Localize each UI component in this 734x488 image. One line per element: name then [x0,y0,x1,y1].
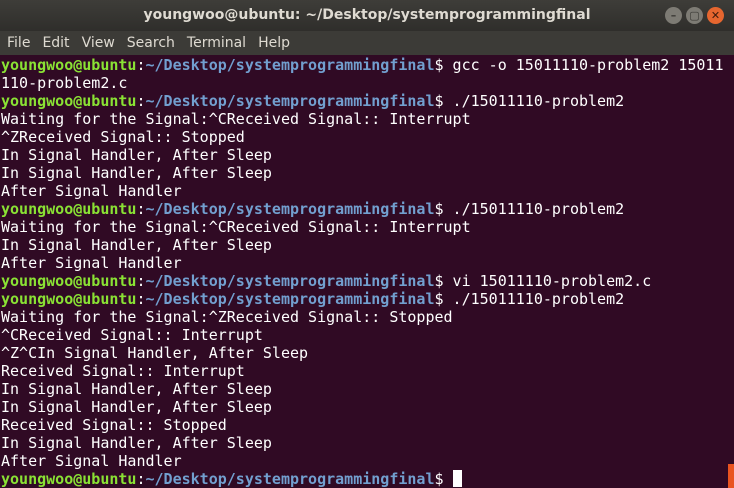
command-text: ./15011110-problem2 [443,92,625,110]
prompt-path: ~/Desktop/systemprogrammingfinal [145,290,435,308]
output-line: Received Signal:: Interrupt [1,362,245,380]
command-text: ./15011110-problem2 [443,200,625,218]
scrollbar-thumb[interactable] [728,464,734,488]
output-line: In Signal Handler, After Sleep [1,398,272,416]
prompt-path: ~/Desktop/systemprogrammingfinal [145,56,435,74]
output-line: Waiting for the Signal:^CReceived Signal… [1,218,471,236]
prompt-user: youngwoo@ubuntu [1,92,137,110]
text-cursor [452,470,462,487]
command-text [444,470,453,488]
prompt-symbol: $ [434,272,444,290]
output-line: In Signal Handler, After Sleep [1,146,272,164]
prompt-separator: : [136,272,146,290]
prompt-path: ~/Desktop/systemprogrammingfinal [145,470,435,488]
prompt-path: ~/Desktop/systemprogrammingfinal [145,92,435,110]
output-line: After Signal Handler [1,182,182,200]
output-line: ^Z^CIn Signal Handler, After Sleep [1,344,309,362]
prompt-symbol: $ [434,290,444,308]
title-bar[interactable]: youngwoo@ubuntu: ~/Desktop/systemprogram… [0,0,734,31]
command-text: vi 15011110-problem2.c [443,272,652,290]
output-line: Waiting for the Signal:^ZReceived Signal… [1,308,453,326]
close-button[interactable]: ✕ [707,7,724,24]
command-text: ./15011110-problem2 [443,290,625,308]
menu-edit[interactable]: Edit [36,31,75,55]
menu-view[interactable]: View [76,31,121,55]
prompt-line: youngwoo@ubuntu:~/Desktop/systemprogramm… [0,200,728,218]
output-line: In Signal Handler, After Sleep [1,236,272,254]
prompt-separator: : [136,290,146,308]
menu-terminal[interactable]: Terminal [181,31,252,55]
scrollbar[interactable] [728,56,734,488]
prompt-line: youngwoo@ubuntu:~/Desktop/systemprogramm… [0,56,728,74]
output-line: Received Signal:: Stopped [1,416,227,434]
prompt-line: youngwoo@ubuntu:~/Desktop/systemprogramm… [0,92,728,110]
menu-file[interactable]: File [0,31,36,55]
output-line: Waiting for the Signal:^CReceived Signal… [1,110,471,128]
output-line: After Signal Handler [1,254,182,272]
prompt-user: youngwoo@ubuntu [1,272,137,290]
output-line: After Signal Handler [1,452,182,470]
output-line: ^ZReceived Signal:: Stopped [1,128,245,146]
prompt-separator: : [136,470,146,488]
prompt-user: youngwoo@ubuntu [1,290,137,308]
prompt-separator: : [136,200,146,218]
command-text: gcc -o 15011110-problem2 15011 [443,56,724,74]
output-line: 110-problem2.c [1,74,128,92]
prompt-path: ~/Desktop/systemprogrammingfinal [145,272,435,290]
window-title: youngwoo@ubuntu: ~/Desktop/systemprogram… [143,7,591,23]
prompt-line: youngwoo@ubuntu:~/Desktop/systemprogramm… [0,272,728,290]
output-line: In Signal Handler, After Sleep [1,434,272,452]
prompt-user: youngwoo@ubuntu [1,200,137,218]
prompt-path: ~/Desktop/systemprogrammingfinal [145,200,435,218]
prompt-user: youngwoo@ubuntu [1,470,137,488]
prompt-line: youngwoo@ubuntu:~/Desktop/systemprogramm… [0,290,728,308]
prompt-symbol: $ [434,92,444,110]
prompt-separator: : [136,92,146,110]
window-controls: – ▢ ✕ [665,7,724,24]
menu-help[interactable]: Help [252,31,296,55]
menu-search[interactable]: Search [121,31,181,55]
output-line: In Signal Handler, After Sleep [1,380,272,398]
minimize-button[interactable]: – [665,7,682,24]
maximize-button[interactable]: ▢ [686,7,703,24]
output-line: ^CReceived Signal:: Interrupt [1,326,263,344]
output-line: In Signal Handler, After Sleep [1,164,272,182]
prompt-user: youngwoo@ubuntu [1,56,137,74]
prompt-separator: : [136,56,146,74]
terminal-window: youngwoo@ubuntu: ~/Desktop/systemprogram… [0,0,734,488]
prompt-line: youngwoo@ubuntu:~/Desktop/systemprogramm… [0,470,728,488]
prompt-symbol: $ [434,56,444,74]
prompt-symbol: $ [434,470,444,488]
menu-bar: File Edit View Search Terminal Help [0,31,734,55]
terminal-output[interactable]: youngwoo@ubuntu:~/Desktop/systemprogramm… [0,56,728,488]
prompt-symbol: $ [434,200,444,218]
